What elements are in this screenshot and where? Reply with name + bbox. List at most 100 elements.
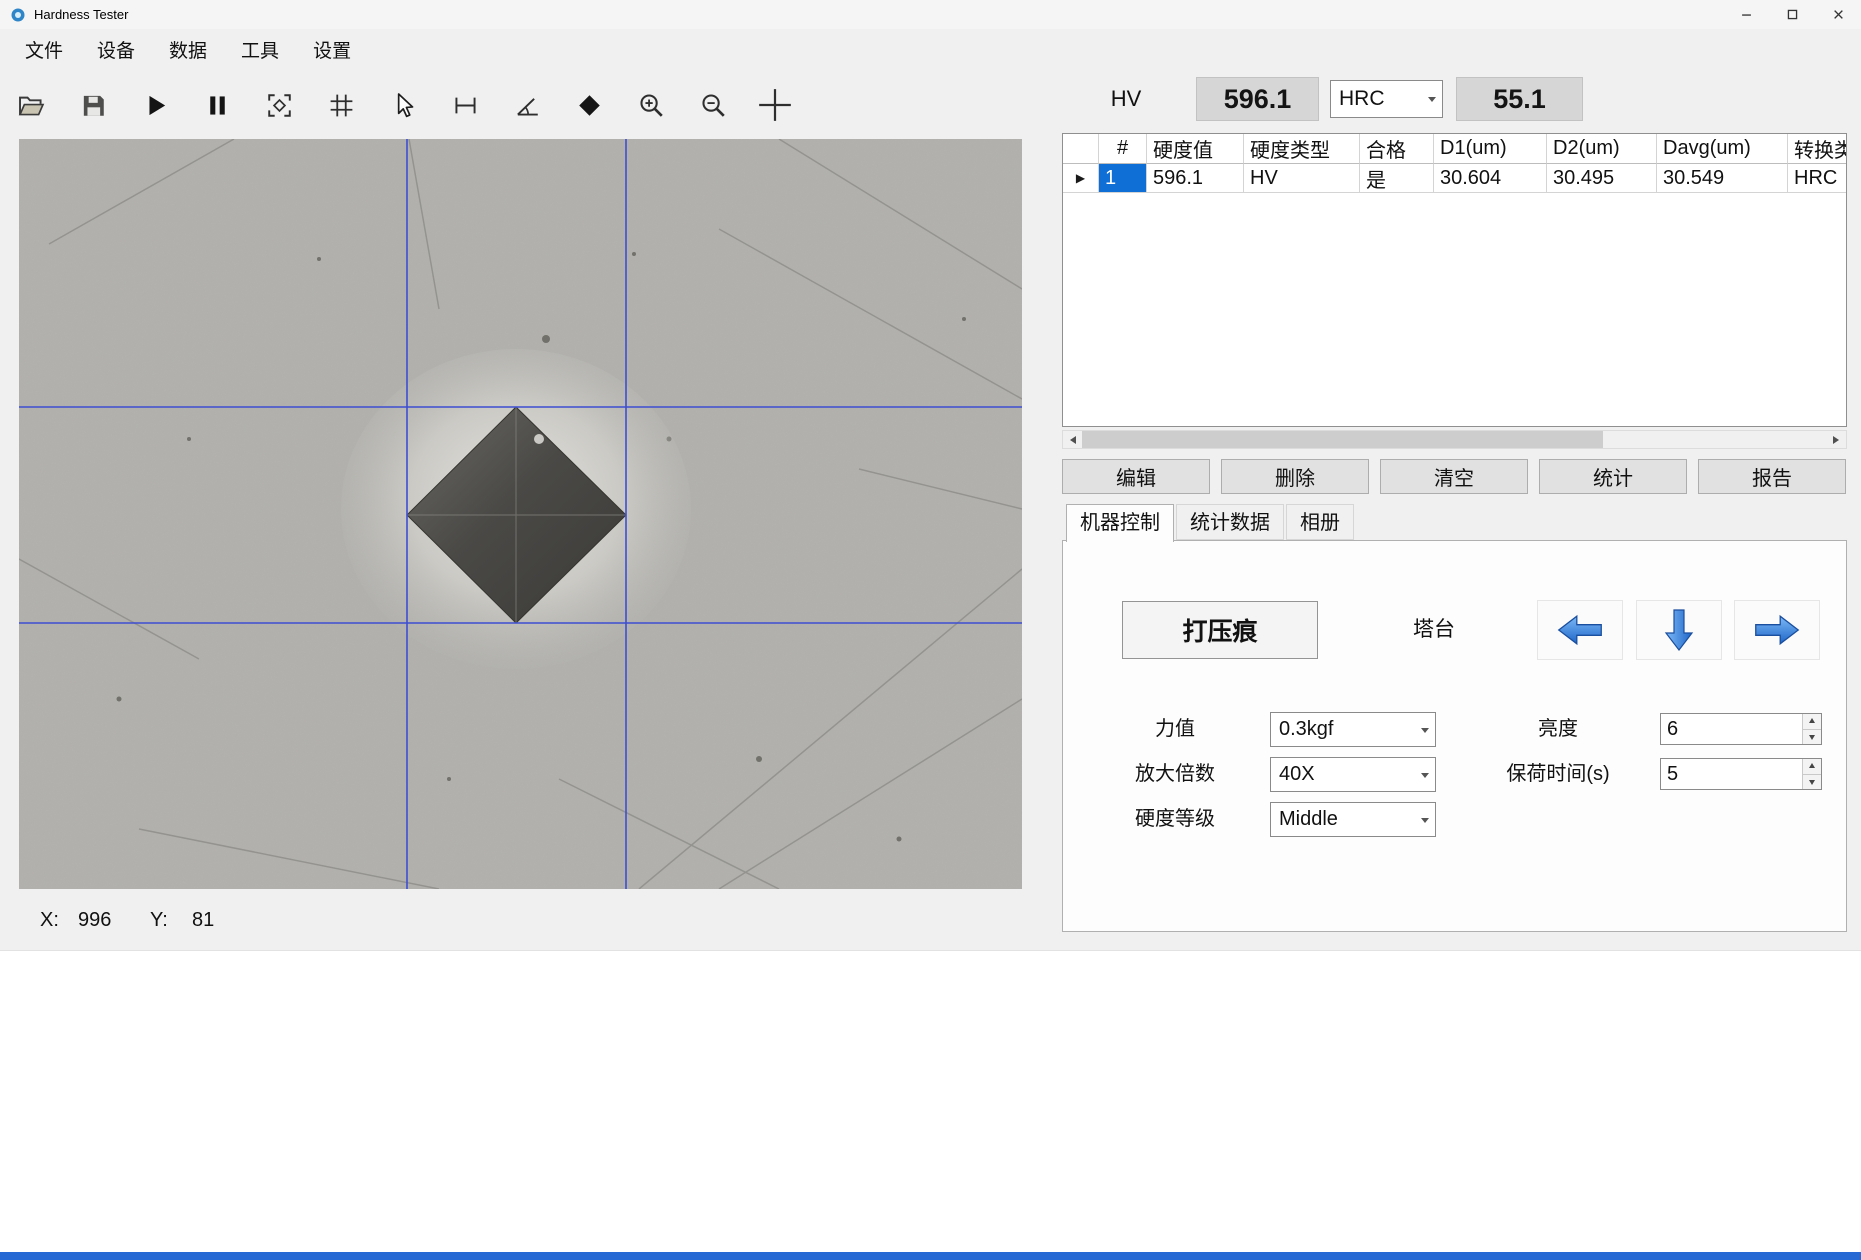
brightness-spin-buttons [1802, 714, 1821, 744]
table-horizontal-scrollbar[interactable] [1062, 430, 1847, 449]
spinner-down-icon[interactable] [1803, 730, 1821, 745]
tab-machine-control[interactable]: 机器控制 [1066, 504, 1174, 542]
report-button[interactable]: 报告 [1698, 459, 1846, 494]
hardness-level-label: 硬度等级 [1105, 802, 1245, 837]
save-icon [79, 91, 108, 120]
conversion-scale-select[interactable]: HRC [1330, 80, 1443, 118]
grid-button[interactable] [318, 80, 364, 130]
cell-hardness[interactable]: 596.1 [1147, 164, 1244, 193]
tab-strip: 机器控制 统计数据 相册 [1066, 504, 1356, 542]
close-button[interactable] [1815, 0, 1861, 29]
column-header-pass[interactable]: 合格 [1360, 134, 1434, 164]
start-icon [141, 91, 170, 120]
row-marker-icon: ▶ [1076, 171, 1085, 185]
edit-button[interactable]: 编辑 [1062, 459, 1210, 494]
scroll-left-button[interactable] [1063, 431, 1082, 448]
magnification-label: 放大倍数 [1105, 757, 1245, 792]
specimen-image-view[interactable] [19, 139, 1022, 889]
tab-album[interactable]: 相册 [1286, 504, 1354, 540]
scroll-left-arrow-icon [1066, 436, 1076, 444]
cell-type[interactable]: HV [1244, 164, 1360, 193]
magnification-select[interactable]: 40X [1270, 757, 1436, 792]
cell-davg[interactable]: 30.549 [1657, 164, 1788, 193]
turret-down-button[interactable] [1636, 600, 1722, 660]
measure-length-button[interactable] [442, 80, 488, 130]
turret-right-button[interactable] [1734, 600, 1820, 660]
cell-d1[interactable]: 30.604 [1434, 164, 1547, 193]
save-button[interactable] [70, 80, 116, 130]
maximize-button[interactable] [1769, 0, 1815, 29]
spinner-down-icon[interactable] [1803, 775, 1821, 790]
force-value: 0.3kgf [1271, 718, 1415, 741]
cell-pass[interactable]: 是 [1360, 164, 1434, 193]
menu-data[interactable]: 数据 [152, 29, 224, 74]
pause-icon [203, 91, 232, 120]
hv-label: HV [1095, 78, 1157, 120]
cell-d2[interactable]: 30.495 [1547, 164, 1657, 193]
spinner-up-icon[interactable] [1803, 714, 1821, 730]
statistics-button[interactable]: 统计 [1539, 459, 1687, 494]
brightness-input[interactable]: 6 [1660, 713, 1822, 745]
zoom-in-icon [637, 91, 666, 120]
menu-tools[interactable]: 工具 [224, 29, 296, 74]
force-select[interactable]: 0.3kgf [1270, 712, 1436, 747]
hardness-level-value: Middle [1271, 808, 1415, 831]
cell-conversion[interactable]: HRC [1788, 164, 1847, 193]
column-header-type[interactable]: 硬度类型 [1244, 134, 1360, 164]
measure-angle-icon [513, 91, 542, 120]
auto-measure-button[interactable] [256, 80, 302, 130]
results-table: # 硬度值 硬度类型 合格 D1(um) D2(um) Davg(um) 转换类… [1062, 133, 1847, 427]
column-header-hardness[interactable]: 硬度值 [1147, 134, 1244, 164]
close-icon [1833, 9, 1844, 20]
table-row[interactable]: ▶ 1 596.1 HV 是 30.604 30.495 30.549 HRC [1063, 164, 1847, 193]
clear-button[interactable]: 清空 [1380, 459, 1528, 494]
start-button[interactable] [132, 80, 178, 130]
arrow-down-icon [1662, 606, 1696, 654]
column-header-davg[interactable]: Davg(um) [1657, 134, 1788, 164]
hardness-level-select[interactable]: Middle [1270, 802, 1436, 837]
zoom-out-button[interactable] [690, 80, 736, 130]
maximize-icon [1787, 9, 1798, 20]
hv-value: 596.1 [1224, 84, 1292, 115]
pause-button[interactable] [194, 80, 240, 130]
column-header-d2[interactable]: D2(um) [1547, 134, 1657, 164]
scrollbar-thumb[interactable] [1082, 431, 1603, 448]
scrollbar-track[interactable] [1082, 431, 1827, 448]
brightness-value: 6 [1661, 714, 1802, 744]
column-header-num[interactable]: # [1099, 134, 1147, 164]
crosshair-button[interactable] [752, 80, 798, 130]
dwell-time-input[interactable]: 5 [1660, 758, 1822, 790]
tab-statistics-data[interactable]: 统计数据 [1176, 504, 1284, 540]
menubar: 文件 设备 数据 工具 设置 [0, 29, 1861, 74]
current-row-indicator: ▶ [1063, 164, 1099, 193]
spinner-up-icon[interactable] [1803, 759, 1821, 775]
turret-left-button[interactable] [1537, 600, 1623, 660]
measure-length-icon [451, 91, 480, 120]
taskbar-edge [0, 1252, 1861, 1260]
menu-settings[interactable]: 设置 [296, 29, 368, 74]
delete-button[interactable]: 删除 [1221, 459, 1369, 494]
measure-angle-button[interactable] [504, 80, 550, 130]
menu-device[interactable]: 设备 [80, 29, 152, 74]
arrow-left-icon [1554, 613, 1606, 647]
minimize-button[interactable] [1723, 0, 1769, 29]
pointer-button[interactable] [380, 80, 426, 130]
chevron-down-icon [1415, 803, 1435, 836]
indenter-button[interactable] [566, 80, 612, 130]
table-header-row: # 硬度值 硬度类型 合格 D1(um) D2(um) Davg(um) 转换类 [1063, 134, 1847, 164]
zoom-in-button[interactable] [628, 80, 674, 130]
zoom-out-icon [699, 91, 728, 120]
window-controls [1723, 0, 1861, 29]
column-header-d1[interactable]: D1(um) [1434, 134, 1547, 164]
menu-file[interactable]: 文件 [8, 29, 80, 74]
arrow-right-icon [1751, 613, 1803, 647]
converted-value: 55.1 [1493, 84, 1546, 115]
cell-num[interactable]: 1 [1099, 164, 1147, 193]
column-header-conversion[interactable]: 转换类 [1788, 134, 1847, 164]
open-file-button[interactable] [8, 80, 54, 130]
make-indentation-button[interactable]: 打压痕 [1122, 601, 1318, 659]
chevron-down-icon [1422, 81, 1442, 117]
y-label: Y: [150, 903, 168, 937]
bottom-empty-area [0, 950, 1861, 1252]
scroll-right-button[interactable] [1827, 431, 1846, 448]
